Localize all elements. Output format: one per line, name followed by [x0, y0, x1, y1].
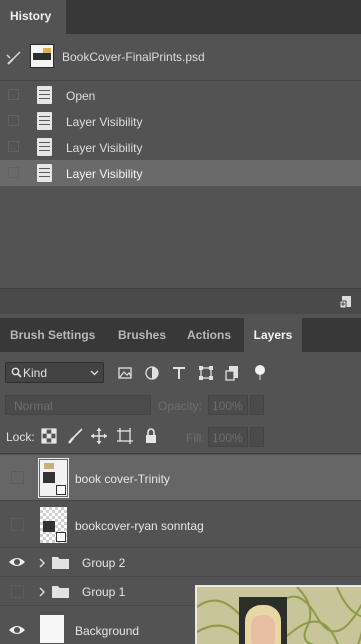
filter-kind-select[interactable]: Kind: [5, 362, 104, 383]
visibility-toggle[interactable]: [11, 471, 24, 484]
type-layer-filter-icon[interactable]: [169, 363, 189, 383]
tab-brushes[interactable]: Brushes: [118, 318, 170, 352]
history-divider: [0, 80, 361, 81]
lock-all-icon[interactable]: [142, 427, 160, 445]
visibility-toggle[interactable]: [11, 518, 24, 531]
lock-position-icon[interactable]: [90, 427, 108, 445]
layer-name: Group 2: [82, 556, 126, 570]
photo-preview: [195, 585, 361, 644]
folder-icon: [52, 557, 69, 569]
pixel-layer-filter-icon[interactable]: [115, 363, 135, 383]
lock-transparent-pixels-icon[interactable]: [40, 427, 58, 445]
layer-row[interactable]: bookcover-ryan sonntag: [0, 502, 361, 548]
filter-toggle-icon[interactable]: [250, 363, 270, 383]
layer-thumbnail: [38, 458, 69, 498]
lock-artboard-icon[interactable]: [116, 427, 134, 445]
lock-buttons: [40, 427, 170, 447]
history-item[interactable]: Layer Visibility: [0, 134, 361, 160]
layers-divider: [0, 453, 361, 454]
chevron-right-icon[interactable]: [38, 558, 46, 568]
layer-filter-buttons: [115, 363, 275, 383]
eye-icon[interactable]: [8, 554, 26, 570]
lock-label: Lock:: [6, 430, 35, 444]
layer-name: bookcover-ryan sonntag: [75, 519, 204, 533]
fill-slider-button[interactable]: [250, 427, 264, 447]
history-tab-bar: History: [0, 0, 361, 34]
snapshot-thumbnail: [30, 44, 54, 68]
tab-history[interactable]: History: [0, 0, 66, 34]
folder-icon: [52, 586, 69, 598]
history-source-checkbox[interactable]: [8, 115, 19, 126]
smart-object-filter-icon[interactable]: [223, 363, 243, 383]
chevron-right-icon[interactable]: [38, 587, 46, 597]
adjustment-layer-filter-icon[interactable]: [142, 363, 162, 383]
history-item[interactable]: Layer Visibility: [0, 108, 361, 134]
history-source-checkbox[interactable]: [8, 89, 19, 100]
opacity-slider-button[interactable]: [250, 395, 264, 415]
layer-group-row[interactable]: Group 2: [0, 549, 361, 577]
history-state-icon: [37, 112, 52, 130]
layer-name: Background: [75, 624, 140, 638]
tab-actions[interactable]: Actions: [187, 318, 235, 352]
history-state-icon: [37, 164, 52, 182]
layer-thumbnail: [40, 615, 64, 643]
history-state-icon: [37, 86, 52, 104]
history-source-checkbox[interactable]: [8, 167, 19, 178]
tab-brush-settings[interactable]: Brush Settings: [10, 318, 102, 352]
smart-object-badge-icon: [56, 485, 66, 495]
visibility-toggle[interactable]: [11, 585, 24, 598]
tab-layers[interactable]: Layers: [244, 318, 302, 352]
layer-thumbnail: [40, 507, 67, 543]
new-document-from-state-icon[interactable]: [339, 295, 353, 309]
layer-name: Group 1: [82, 585, 126, 599]
shape-layer-filter-icon[interactable]: [196, 363, 216, 383]
chevron-down-icon: [90, 370, 99, 376]
history-item-active[interactable]: Layer Visibility: [0, 160, 361, 186]
layer-name: book cover-Trinity: [75, 472, 170, 486]
history-item-label: Layer Visibility: [66, 167, 143, 181]
history-brush-icon[interactable]: [6, 50, 22, 66]
history-item-label: Open: [66, 89, 96, 103]
search-icon: [11, 367, 22, 378]
smart-object-badge-icon: [56, 532, 66, 542]
eye-icon[interactable]: [8, 622, 26, 638]
history-item[interactable]: Open: [0, 82, 361, 108]
history-snapshot[interactable]: BookCover-FinalPrints.psd: [0, 38, 361, 76]
layer-row[interactable]: book cover-Trinity: [0, 455, 361, 501]
history-footer: [0, 288, 361, 314]
fill-input[interactable]: 100%: [208, 427, 248, 447]
layers-tab-bar: Brush Settings Brushes Actions Layers: [0, 318, 361, 352]
blend-mode-select[interactable]: Normal: [5, 395, 151, 415]
filter-kind-value: Kind: [23, 366, 48, 380]
history-state-icon: [37, 138, 52, 156]
history-item-label: Layer Visibility: [66, 141, 143, 155]
snapshot-label: BookCover-FinalPrints.psd: [62, 50, 205, 64]
history-item-label: Layer Visibility: [66, 115, 143, 129]
portrait-face: [251, 615, 275, 644]
lock-image-pixels-icon[interactable]: [66, 427, 84, 445]
history-source-checkbox[interactable]: [8, 141, 19, 152]
opacity-input[interactable]: 100%: [208, 395, 248, 415]
fill-label: Fill:: [186, 431, 205, 445]
opacity-label: Opacity:: [158, 399, 203, 413]
